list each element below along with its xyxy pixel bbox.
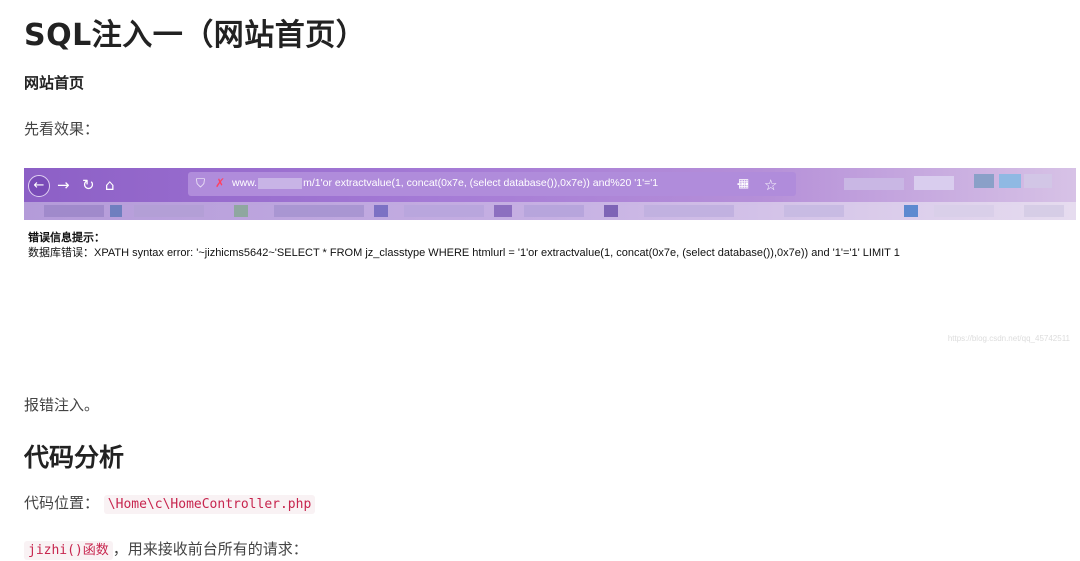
function-description: ，用来接收前台所有的请求： [112,540,308,558]
more-icon: ··· [736,177,750,193]
address-text: www. m/1'or extractvalue(1, concat(0x7e, … [232,177,659,189]
function-paragraph: jizhi()函数 ，用来接收前台所有的请求： [24,538,308,560]
function-name: jizhi()函数 [24,541,113,560]
watermark: https://blog.csdn.net/qq_45742511 [947,334,1070,343]
back-arrow-icon: ← [28,175,50,197]
shield-icon: ⛉ [196,176,206,190]
browser-toolbar: ← → ↻ ⌂ ⛉ ✗ www. m/1'or extractvalue(1, c… [24,168,1076,202]
code-location-paragraph: 代码位置： \Home\c\HomeController.php [24,492,316,514]
section-title: 代码分析 [24,443,125,472]
error-title: 错误信息提示： [28,232,105,244]
insecure-lock-icon: ✗ [215,176,226,190]
forward-arrow-icon: → [57,176,70,194]
address-bar: ⛉ ✗ www. m/1'or extractvalue(1, concat(0x… [188,172,796,196]
conclusion-text: 报错注入。 [24,396,100,414]
browser-screenshot: ← → ↻ ⌂ ⛉ ✗ www. m/1'or extractvalue(1, c… [24,166,1076,343]
intro-text: 先看效果： [24,120,100,138]
bookmark-star-icon: ☆ [764,176,778,194]
page-title: SQL注入一（网站首页） [24,18,367,53]
home-icon: ⌂ [105,176,115,194]
code-location-path: \Home\c\HomeController.php [103,495,316,514]
section-subtitle: 网站首页 [24,74,85,92]
reload-icon: ↻ [82,176,95,194]
error-message: 数据库错误：XPATH syntax error: '~jizhicms5642… [28,247,900,259]
code-location-label: 代码位置： [24,494,100,512]
bookmarks-bar [24,202,1076,220]
